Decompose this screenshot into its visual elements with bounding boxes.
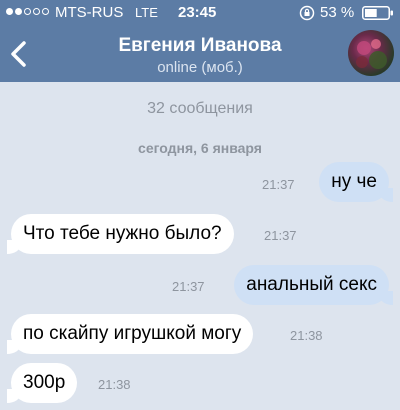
message-bubble-incoming[interactable]: Что тебе нужно было? <box>7 214 234 254</box>
contact-status: online (моб.) <box>157 59 243 76</box>
signal-dot <box>33 8 40 15</box>
signal-dot <box>24 8 31 15</box>
chat-area[interactable]: 32 сообщения сегодня, 6 января ну че 21:… <box>0 82 400 410</box>
nav-bar: Евгения Иванова online (моб.) <box>0 26 400 82</box>
message-text: анальный секс <box>246 274 377 295</box>
battery-icon <box>362 6 394 24</box>
rotation-lock-icon <box>299 5 315 25</box>
date-separator: сегодня, 6 января <box>138 140 262 156</box>
status-time: 23:45 <box>178 4 217 21</box>
message-count[interactable]: 32 сообщения <box>0 100 400 118</box>
message-text: Что тебе нужно было? <box>23 223 222 244</box>
message-bubble-incoming[interactable]: по скайпу игрушкой могу <box>6 314 254 354</box>
message-bubble-incoming[interactable]: 300р <box>6 363 78 403</box>
message-time: 21:37 <box>264 228 297 243</box>
signal-dot <box>42 8 49 15</box>
network-type: LTE <box>135 5 158 20</box>
contact-name[interactable]: Евгения Иванова <box>0 35 400 57</box>
message-bubble-outgoing[interactable]: ну че <box>319 162 393 202</box>
message-text: по скайпу игрушкой могу <box>23 323 242 344</box>
battery-percent: 53 % <box>320 4 355 21</box>
message-text: ну че <box>331 171 377 192</box>
message-text: 300р <box>23 372 66 393</box>
message-time: 21:38 <box>98 377 131 392</box>
message-time: 21:38 <box>290 328 323 343</box>
signal-strength-icon <box>6 8 49 15</box>
signal-dot <box>6 8 13 15</box>
message-bubble-outgoing[interactable]: анальный секс <box>234 265 393 305</box>
signal-dot <box>15 8 22 15</box>
battery-fill <box>365 9 377 17</box>
carrier-name: MTS-RUS <box>55 4 124 21</box>
avatar[interactable] <box>348 30 394 76</box>
status-bar: MTS-RUS LTE 23:45 53 % <box>0 0 400 26</box>
message-time: 21:37 <box>172 279 205 294</box>
message-time: 21:37 <box>262 177 295 192</box>
